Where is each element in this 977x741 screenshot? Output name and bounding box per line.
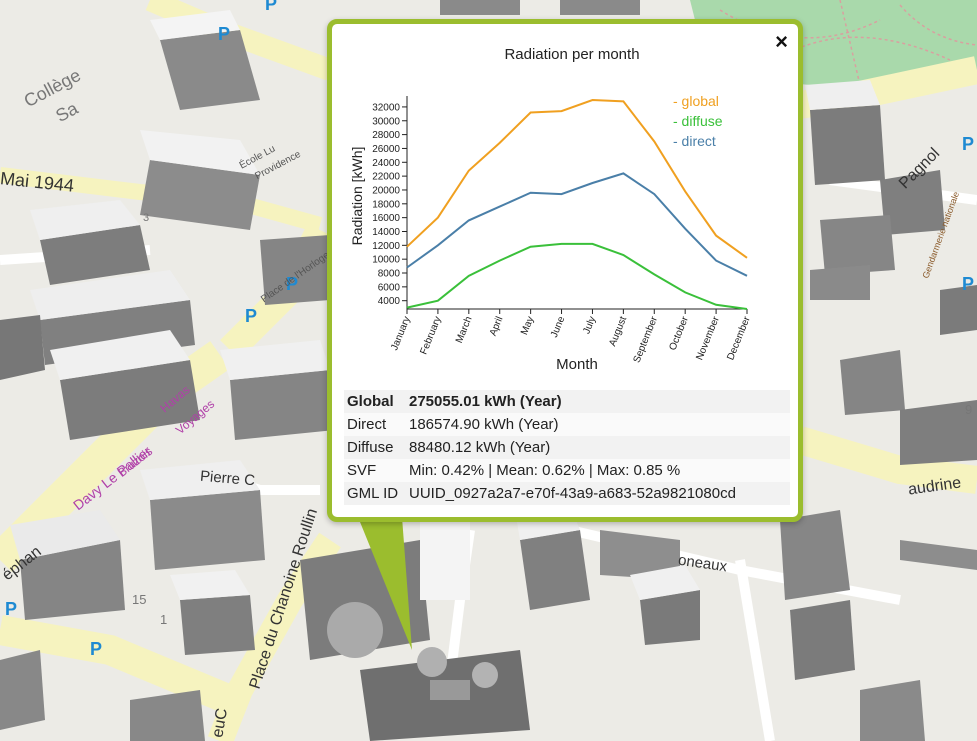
info-row: Global 275055.01 kWh (Year) [344,390,790,413]
y-tick-label: 22000 [372,172,400,183]
y-tick-label: 4000 [378,296,401,307]
info-key: GML ID [344,482,406,505]
legend-entry: - global [673,93,719,109]
x-tick-label: August [607,315,629,348]
chart-legend: - global - diffuse - direct [673,93,723,149]
y-tick-label: 18000 [372,199,400,210]
map-label-num9: 9 [965,402,973,417]
map-label-num1: 1 [160,612,168,627]
info-row: Direct 186574.90 kWh (Year) [344,413,790,436]
info-table: Global 275055.01 kWh (Year) Direct 186574.9… [344,390,790,505]
svg-text:P: P [962,134,974,154]
info-value: Min: 0.42% | Mean: 0.62% | Max: 0.85 % [406,459,790,482]
y-tick-label: 14000 [372,227,400,238]
info-value: UUID_0927a2a7-e70f-43a9-a683-52a9821080c… [406,482,790,505]
x-tick-label: September [632,314,661,364]
chart-xlabel: Month [556,356,598,373]
series-line-1 [406,242,748,310]
y-tick-label: 16000 [372,213,400,224]
legend-entry: - diffuse [673,113,723,129]
y-tick-label: 30000 [372,116,400,127]
info-row: SVF Min: 0.42% | Mean: 0.62% | Max: 0.85 … [344,459,790,482]
radiation-chart: Radiation per month 4000 6000 8000 10000 120… [349,46,753,373]
x-tick-label: June [549,315,567,340]
y-tick-label: 32000 [372,102,400,113]
y-tick-label: 28000 [372,130,400,141]
x-tick-label: October [667,314,691,352]
map-label-num15: 15 [132,592,147,607]
y-tick-label: 26000 [372,144,400,155]
info-row: GML ID UUID_0927a2a7-e70f-43a9-a683-52a98… [344,482,790,505]
svg-text:P: P [265,0,277,14]
chart-ylabel: Radiation [kWh] [349,147,365,246]
info-key: Global [344,390,406,413]
x-tick-label: March [454,315,475,345]
svg-text:P: P [962,274,974,294]
x-tick-label: April [488,315,506,338]
y-tick-label: 8000 [378,269,401,280]
info-key: Direct [344,413,406,436]
y-tick-label: 10000 [372,255,400,266]
x-tick-label: December [725,314,753,362]
info-key: SVF [344,459,406,482]
legend-entry: - direct [673,133,716,149]
info-value: 88480.12 kWh (Year) [406,436,790,459]
info-value: 186574.90 kWh (Year) [406,413,790,436]
x-tick-label: November [694,314,722,362]
y-tick-label: 24000 [372,158,400,169]
svg-text:P: P [218,24,230,44]
x-tick-label: January [389,315,413,352]
chart-title: Radiation per month [504,46,639,63]
svg-text:P: P [90,639,102,659]
info-popup: × Radiation per month 4000 6000 8000 10000 1… [327,19,803,522]
x-tick-label: February [419,315,444,356]
info-row: Diffuse 88480.12 kWh (Year) [344,436,790,459]
y-tick-label: 20000 [372,185,400,196]
x-tick-label: May [519,315,536,337]
map-label-num3: 3 [143,212,150,224]
info-key: Diffuse [344,436,406,459]
svg-text:P: P [245,306,257,326]
y-tick-label: 6000 [378,282,401,293]
svg-text:P: P [5,599,17,619]
info-value: 275055.01 kWh (Year) [406,390,790,413]
y-tick-label: 12000 [372,241,400,252]
chart-series-group [406,98,748,310]
x-tick-label: July [581,315,598,336]
